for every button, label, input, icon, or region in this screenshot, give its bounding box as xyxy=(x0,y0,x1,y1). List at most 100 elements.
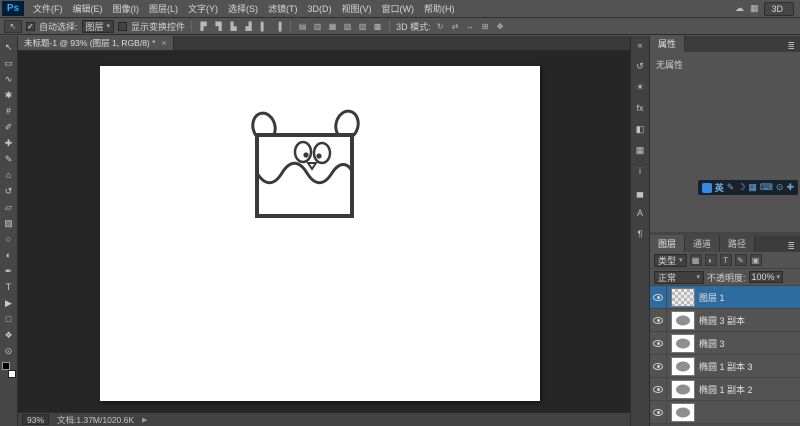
layer-row[interactable]: 椭圆 3 副本 xyxy=(650,308,800,332)
ime-pencil-icon[interactable]: ✎ xyxy=(727,182,735,193)
filter-smart-objects-icon[interactable]: ▣ xyxy=(749,254,762,266)
filter-shape-layers-icon[interactable]: ✎ xyxy=(734,254,747,266)
gradient-tool[interactable]: ▨ xyxy=(1,215,17,231)
menu-window[interactable]: 窗口(W) xyxy=(377,2,420,15)
menu-help[interactable]: 帮助(H) xyxy=(419,2,460,15)
layer-row[interactable]: 椭圆 1 副本 2 xyxy=(650,377,800,401)
layer-name[interactable]: 椭圆 1 副本 2 xyxy=(699,383,753,396)
ime-language-toggle[interactable]: 英 xyxy=(715,181,724,194)
type-tool[interactable]: T xyxy=(1,279,17,295)
spot-healing-brush-tool[interactable]: ✚ xyxy=(1,135,17,151)
menu-filter[interactable]: 滤镜(T) xyxy=(263,2,303,15)
align-bottom-icon[interactable]: ▐ xyxy=(273,22,284,31)
ime-night-mode-icon[interactable]: ☽ xyxy=(737,182,745,193)
rectangle-tool[interactable]: □ xyxy=(1,311,17,327)
distribute-top-icon[interactable]: ▤ xyxy=(297,22,308,31)
filter-type-dropdown[interactable]: 类型 ▾ xyxy=(654,253,687,267)
dodge-tool[interactable]: ◐ xyxy=(1,247,17,263)
3d-rotate-icon[interactable]: ↻ xyxy=(435,22,446,31)
ime-search-icon[interactable]: ⊙ xyxy=(776,182,784,193)
cloud-sync-icon[interactable]: ☁ xyxy=(735,3,744,14)
color-panel-icon[interactable]: ◧ xyxy=(632,122,648,136)
eyedropper-tool[interactable]: ✐ xyxy=(1,119,17,135)
crop-tool[interactable]: # xyxy=(1,103,17,119)
align-center-h-icon[interactable]: ▜ xyxy=(213,22,224,31)
visibility-toggle[interactable] xyxy=(650,286,667,309)
histogram-panel-icon[interactable]: ▄ xyxy=(632,185,648,199)
document-canvas[interactable] xyxy=(100,66,540,401)
align-middle-icon[interactable]: ▌ xyxy=(258,22,269,31)
brush-tool[interactable]: ✎ xyxy=(1,151,17,167)
tab-paths[interactable]: 路径 xyxy=(720,235,756,252)
adjustments-panel-icon[interactable]: ☀ xyxy=(632,80,648,94)
pen-tool[interactable]: ✒ xyxy=(1,263,17,279)
layer-row[interactable]: 椭圆 1 副本 3 xyxy=(650,354,800,378)
tab-layers[interactable]: 图层 xyxy=(650,235,686,252)
menu-select[interactable]: 选择(S) xyxy=(223,2,263,15)
layer-row[interactable]: 椭圆 3 xyxy=(650,331,800,355)
filter-pixel-layers-icon[interactable]: ▦ xyxy=(689,254,702,266)
lasso-tool[interactable]: ∿ xyxy=(1,71,17,87)
styles-panel-icon[interactable]: fx xyxy=(632,101,648,115)
distribute-bottom-icon[interactable]: ▦ xyxy=(327,22,338,31)
layer-row[interactable] xyxy=(650,400,800,424)
align-top-icon[interactable]: ▟ xyxy=(243,22,254,31)
move-tool[interactable]: ↖ xyxy=(1,39,17,55)
layer-name[interactable]: 椭圆 1 副本 3 xyxy=(699,360,753,373)
menu-layer[interactable]: 图层(L) xyxy=(144,2,183,15)
visibility-toggle[interactable] xyxy=(650,400,667,424)
rectangular-marquee-tool[interactable]: ▭ xyxy=(1,55,17,71)
workspace-switcher[interactable]: 3D xyxy=(764,1,794,16)
distribute-center-icon[interactable]: ▨ xyxy=(357,22,368,31)
3d-slide-icon[interactable]: ⊞ xyxy=(480,22,491,31)
menu-file[interactable]: 文件(F) xyxy=(28,2,68,15)
distribute-left-icon[interactable]: ▧ xyxy=(342,22,353,31)
swatches-panel-icon[interactable]: ▦ xyxy=(632,143,648,157)
history-panel-icon[interactable]: ↺ xyxy=(632,59,648,73)
zoom-tool[interactable]: ⊙ xyxy=(1,343,17,359)
visibility-toggle[interactable] xyxy=(650,331,667,355)
ime-logo-icon[interactable] xyxy=(701,182,712,193)
3d-drag-icon[interactable]: ↔ xyxy=(465,22,476,31)
menu-type[interactable]: 文字(Y) xyxy=(183,2,223,15)
tab-properties[interactable]: 属性 xyxy=(650,35,686,52)
menu-image[interactable]: 图像(I) xyxy=(108,2,145,15)
opacity-field[interactable]: 100% ▾ xyxy=(748,271,784,283)
eraser-tool[interactable]: ▱ xyxy=(1,199,17,215)
menu-3d[interactable]: 3D(D) xyxy=(303,4,337,14)
background-color-swatch[interactable] xyxy=(7,370,16,378)
paragraph-panel-icon[interactable]: ¶ xyxy=(632,227,648,241)
layout-grid-icon[interactable]: ▦ xyxy=(750,3,759,14)
filter-adjustment-layers-icon[interactable]: ◐ xyxy=(704,254,717,266)
zoom-level-field[interactable]: 93% xyxy=(22,414,50,425)
auto-select-target-dropdown[interactable]: 图层 ▾ xyxy=(81,19,115,33)
layer-name[interactable]: 椭圆 3 xyxy=(699,337,725,350)
ime-keyboard-icon[interactable]: ⌨ xyxy=(760,182,773,193)
canvas-area[interactable] xyxy=(18,51,630,412)
ime-toolbox-icon[interactable]: ✚ xyxy=(786,182,794,193)
document-tab[interactable]: 未标题-1 @ 93% (图层 1, RGB/8) * × xyxy=(18,36,174,50)
auto-select-checkbox[interactable]: ✓ xyxy=(26,21,35,31)
panel-menu-icon[interactable]: ≣ xyxy=(782,41,800,52)
layer-name[interactable]: 椭圆 3 副本 xyxy=(699,314,745,327)
info-panel-icon[interactable]: i xyxy=(632,164,648,178)
foreground-color-swatch[interactable] xyxy=(1,362,10,370)
layer-row[interactable]: 图层 1 xyxy=(650,286,800,309)
expand-panels-icon[interactable]: « xyxy=(632,38,648,52)
layer-name[interactable]: 图层 1 xyxy=(699,291,725,304)
menu-edit[interactable]: 编辑(E) xyxy=(68,2,108,15)
show-transform-checkbox[interactable] xyxy=(118,21,128,31)
distribute-middle-icon[interactable]: ▥ xyxy=(312,22,323,31)
blend-mode-dropdown[interactable]: 正常 ▾ xyxy=(654,270,704,284)
clone-stamp-tool[interactable]: ⌂ xyxy=(1,167,17,183)
align-left-icon[interactable]: ▛ xyxy=(198,22,209,31)
layer-thumbnail[interactable] xyxy=(671,402,695,422)
path-selection-tool[interactable]: ▶ xyxy=(1,295,17,311)
layer-thumbnail[interactable] xyxy=(671,333,695,353)
distribute-right-icon[interactable]: ▩ xyxy=(372,22,383,31)
layer-thumbnail[interactable] xyxy=(671,287,695,307)
status-menu-icon[interactable]: ▶ xyxy=(142,416,147,424)
blur-tool[interactable]: ○ xyxy=(1,231,17,247)
close-tab-icon[interactable]: × xyxy=(161,38,166,48)
layer-thumbnail[interactable] xyxy=(671,310,695,330)
